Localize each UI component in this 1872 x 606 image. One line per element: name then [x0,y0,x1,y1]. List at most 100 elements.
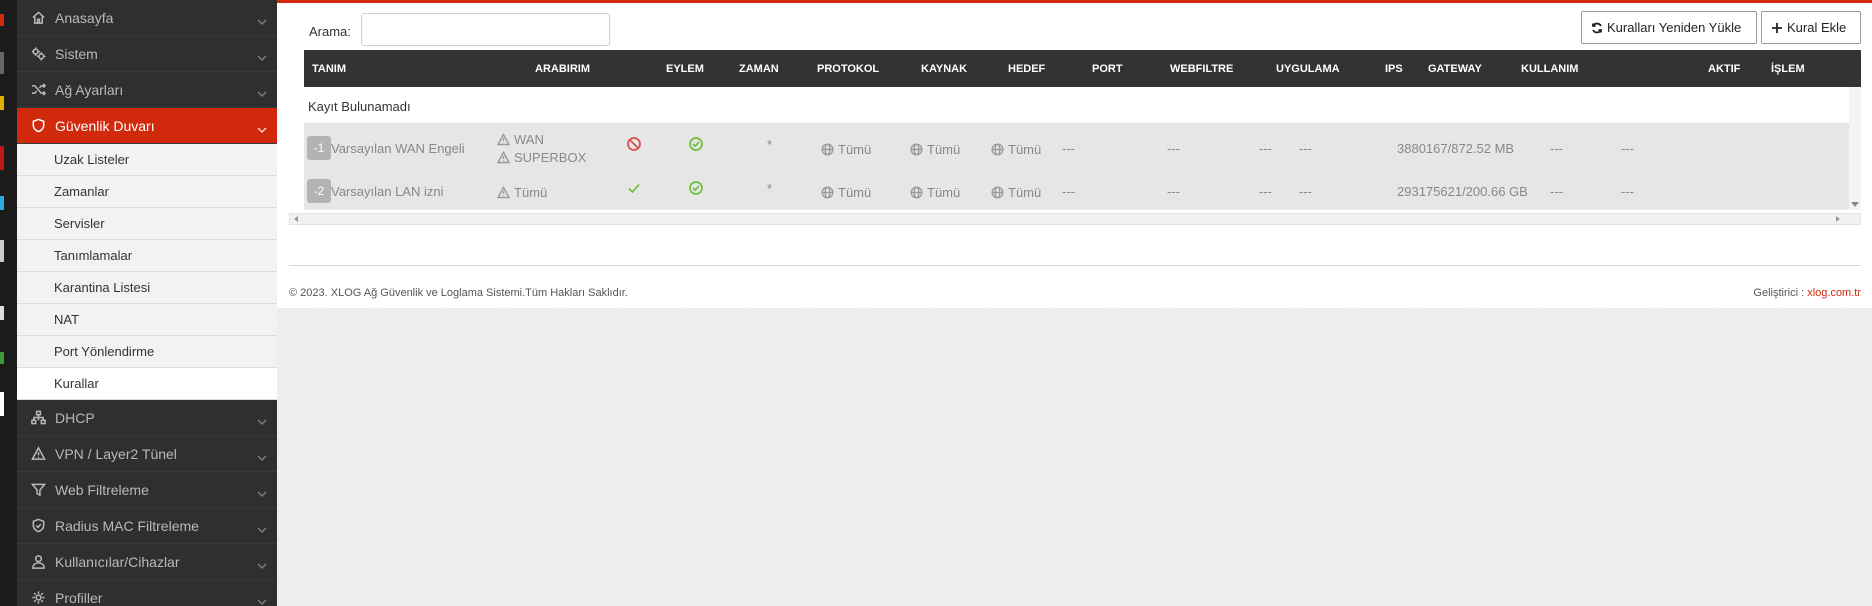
sidebar-item-profiller[interactable]: Profiller [17,580,277,606]
interface-item: SUPERBOX [496,150,586,165]
table-row[interactable]: -2 Varsayılan LAN izni Tümü * Tümü Tümü … [304,172,1861,210]
search-label: Arama: [309,24,351,39]
warning-icon [29,445,47,463]
submenu-item-nat[interactable]: NAT [17,304,277,336]
port-value: Tümü [991,185,1041,200]
add-rule-button[interactable]: Kural Ekle [1761,11,1861,44]
column-header-kullanim[interactable]: KULLANIM [1521,63,1578,75]
globe-icon [910,186,923,199]
submenu-item-tanimlamalar[interactable]: Tanımlamalar [17,240,277,272]
add-rule-label: Kural Ekle [1787,20,1847,35]
globe-icon [991,186,1004,199]
sidebar-item-label: Anasayfa [55,9,114,26]
deny-icon [626,136,642,155]
shield-check-icon [29,517,47,535]
sidebar-item-label: DHCP [55,409,95,426]
source-value: Tümü [821,142,871,157]
sidebar-item-label: VPN / Layer2 Tünel [55,445,177,462]
sidebar-item-anasayfa[interactable]: Anasayfa [17,0,277,36]
reload-rules-button[interactable]: Kuralları Yeniden Yükle [1581,11,1757,44]
sidebar: Anasayfa Sistem Ağ Ayarları Güvenlik Duv… [17,0,277,606]
sidebar-item-guvenlik-duvari[interactable]: Güvenlik Duvarı [17,108,277,144]
column-header-zaman[interactable]: ZAMAN [739,63,779,75]
check-circle-icon [688,136,704,155]
active-value: --- [1550,141,1563,156]
operation-value: --- [1621,141,1634,156]
rule-id-badge: -2 [307,179,331,203]
interface-item: WAN [496,132,544,147]
sidebar-item-label: Radius MAC Filtreleme [55,517,199,534]
application-value: --- [1167,141,1180,156]
search-input[interactable] [361,13,610,46]
sidebar-item-kullanicilar[interactable]: Kullanıcılar/Cihazlar [17,544,277,580]
column-header-gateway[interactable]: GATEWAY [1428,63,1482,75]
sidebar-item-label: Sistem [55,45,98,62]
submenu-item-karantina-listesi[interactable]: Karantina Listesi [17,272,277,304]
scroll-left-arrow-icon[interactable] [294,216,298,222]
globe-icon [821,143,834,156]
submenu-item-zamanlar[interactable]: Zamanlar [17,176,277,208]
gear-icon [29,589,47,606]
submenu-item-port-yonlendirme[interactable]: Port Yönlendirme [17,336,277,368]
column-header-ips[interactable]: IPS [1385,63,1403,75]
empty-message: Kayıt Bulunamadı [308,99,411,114]
destination-value: Tümü [910,185,960,200]
column-header-tanim[interactable]: TANIM [312,63,346,75]
column-header-islem[interactable]: İŞLEM [1771,63,1805,75]
submenu-item-uzak-listeler[interactable]: Uzak Listeler [17,144,277,176]
shuffle-icon [29,81,47,99]
chevron-down-icon [257,14,267,26]
scroll-down-arrow-icon[interactable] [1851,202,1859,207]
chevron-down-icon [257,522,267,534]
column-header-uygulama[interactable]: UYGULAMA [1276,63,1340,75]
interface-cell: WAN SUPERBOX [496,132,586,165]
filter-icon [29,481,47,499]
chevron-down-icon [257,450,267,462]
scroll-right-arrow-icon[interactable] [1836,216,1840,222]
column-header-hedef[interactable]: HEDEF [1008,63,1045,75]
reload-rules-label: Kuralları Yeniden Yükle [1607,20,1742,35]
submenu-item-servisler[interactable]: Servisler [17,208,277,240]
protocol-value: * [767,181,773,196]
rule-name: Varsayılan WAN Engeli [331,141,465,156]
sidebar-item-radius-mac[interactable]: Radius MAC Filtreleme [17,508,277,544]
column-header-protokol[interactable]: PROTOKOL [817,63,879,75]
table-row[interactable]: -1 Varsayılan WAN Engeli WAN SUPERBOX * … [304,124,1861,172]
rule-name: Varsayılan LAN izni [331,184,444,199]
chevron-down-icon [257,594,267,606]
globe-icon [991,143,1004,156]
sidebar-item-web-filtreleme[interactable]: Web Filtreleme [17,472,277,508]
destination-value: Tümü [910,142,960,157]
chevron-down-icon [257,414,267,426]
sidebar-item-vpn[interactable]: VPN / Layer2 Tünel [17,436,277,472]
table-horizontal-scrollbar[interactable] [289,213,1861,225]
sidebar-item-ag-ayarlari[interactable]: Ağ Ayarları [17,72,277,108]
column-header-port[interactable]: PORT [1092,63,1123,75]
column-header-webfiltre[interactable]: WEBFILTRE [1170,63,1233,75]
chevron-down-icon [257,50,267,62]
column-header-arabirim[interactable]: ARABIRIM [535,63,590,75]
network-icon [29,409,47,427]
submenu-item-kurallar[interactable]: Kurallar [17,368,277,400]
developer-label: Geliştirici : [1753,287,1805,299]
sidebar-item-label: Kullanıcılar/Cihazlar [55,553,180,570]
sidebar-item-label: Web Filtreleme [55,481,149,498]
developer-link[interactable]: xlog.com.tr [1807,287,1861,299]
sidebar-item-dhcp[interactable]: DHCP [17,400,277,436]
column-header-eylem[interactable]: EYLEM [666,63,704,75]
gateway-value: --- [1299,141,1312,156]
sidebar-item-label: Güvenlik Duvarı [55,117,155,134]
user-icon [29,553,47,571]
chevron-down-icon [257,486,267,498]
sidebar-item-sistem[interactable]: Sistem [17,36,277,72]
column-header-kaynak[interactable]: KAYNAK [921,63,967,75]
port-value: Tümü [991,142,1041,157]
application-value: --- [1167,184,1180,199]
table-vertical-scrollbar[interactable] [1849,87,1861,210]
sidebar-item-label: Profiller [55,589,103,606]
gears-icon [29,45,47,63]
table-row-empty: Kayıt Bulunamadı [304,87,1861,124]
column-header-aktif[interactable]: AKTIF [1708,63,1740,75]
plus-icon [1771,22,1787,34]
app-dock-strip [0,0,17,606]
